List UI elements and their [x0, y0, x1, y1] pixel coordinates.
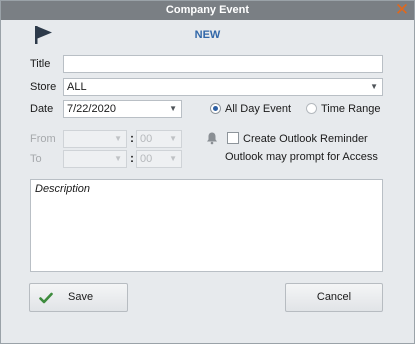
to-hour-select[interactable]: ▼ [63, 150, 127, 168]
from-hour-select[interactable]: ▼ [63, 130, 127, 148]
outlook-reminder-checkbox[interactable] [227, 132, 239, 144]
date-label: Date [30, 103, 54, 115]
store-label: Store [30, 81, 57, 93]
time-range-radio[interactable] [306, 103, 317, 114]
description-textarea[interactable]: Description [30, 179, 383, 272]
store-select[interactable]: ALL ▼ [63, 78, 383, 96]
cancel-button[interactable]: Cancel [285, 283, 383, 312]
title-label: Title [30, 58, 51, 70]
description-placeholder: Description [35, 183, 91, 195]
status-label: NEW [194, 29, 221, 41]
chevron-down-icon[interactable]: ▼ [169, 101, 177, 117]
close-icon[interactable]: ✕ [394, 1, 410, 18]
all-day-label[interactable]: All Day Event [225, 103, 291, 115]
to-minute-select[interactable]: 00 ▼ [136, 150, 182, 168]
bell-icon [207, 132, 217, 145]
window-title: Company Event [165, 4, 250, 16]
date-picker[interactable]: 7/22/2020 ▼ [63, 100, 182, 118]
from-minute-select[interactable]: 00 ▼ [136, 130, 182, 148]
title-bar: Company Event [1, 1, 414, 20]
from-time-separator: : [130, 131, 134, 145]
time-range-label[interactable]: Time Range [321, 103, 381, 115]
cancel-button-label: Cancel [316, 291, 352, 303]
outlook-access-note: Outlook may prompt for Access [225, 151, 378, 163]
company-event-dialog: Company Event ✕ NEW Title Store ALL ▼ Da… [0, 0, 415, 344]
chevron-down-icon[interactable]: ▼ [169, 151, 177, 167]
date-value: 7/22/2020 [67, 103, 116, 115]
store-value: ALL [67, 81, 87, 93]
save-button-label: Save [68, 291, 94, 303]
title-field[interactable] [63, 55, 383, 73]
from-minute-value: 00 [140, 133, 153, 145]
to-minute-value: 00 [140, 153, 153, 165]
outlook-reminder-label[interactable]: Create Outlook Reminder [243, 133, 368, 145]
save-button[interactable]: Save [29, 283, 128, 312]
title-input[interactable] [67, 56, 382, 72]
chevron-down-icon[interactable]: ▼ [169, 131, 177, 147]
to-time-separator: : [130, 151, 134, 165]
chevron-down-icon[interactable]: ▼ [114, 131, 122, 147]
to-label: To [30, 153, 42, 165]
checkmark-icon [39, 292, 53, 304]
all-day-radio[interactable] [210, 103, 221, 114]
from-label: From [30, 133, 56, 145]
chevron-down-icon[interactable]: ▼ [370, 79, 378, 95]
chevron-down-icon[interactable]: ▼ [114, 151, 122, 167]
